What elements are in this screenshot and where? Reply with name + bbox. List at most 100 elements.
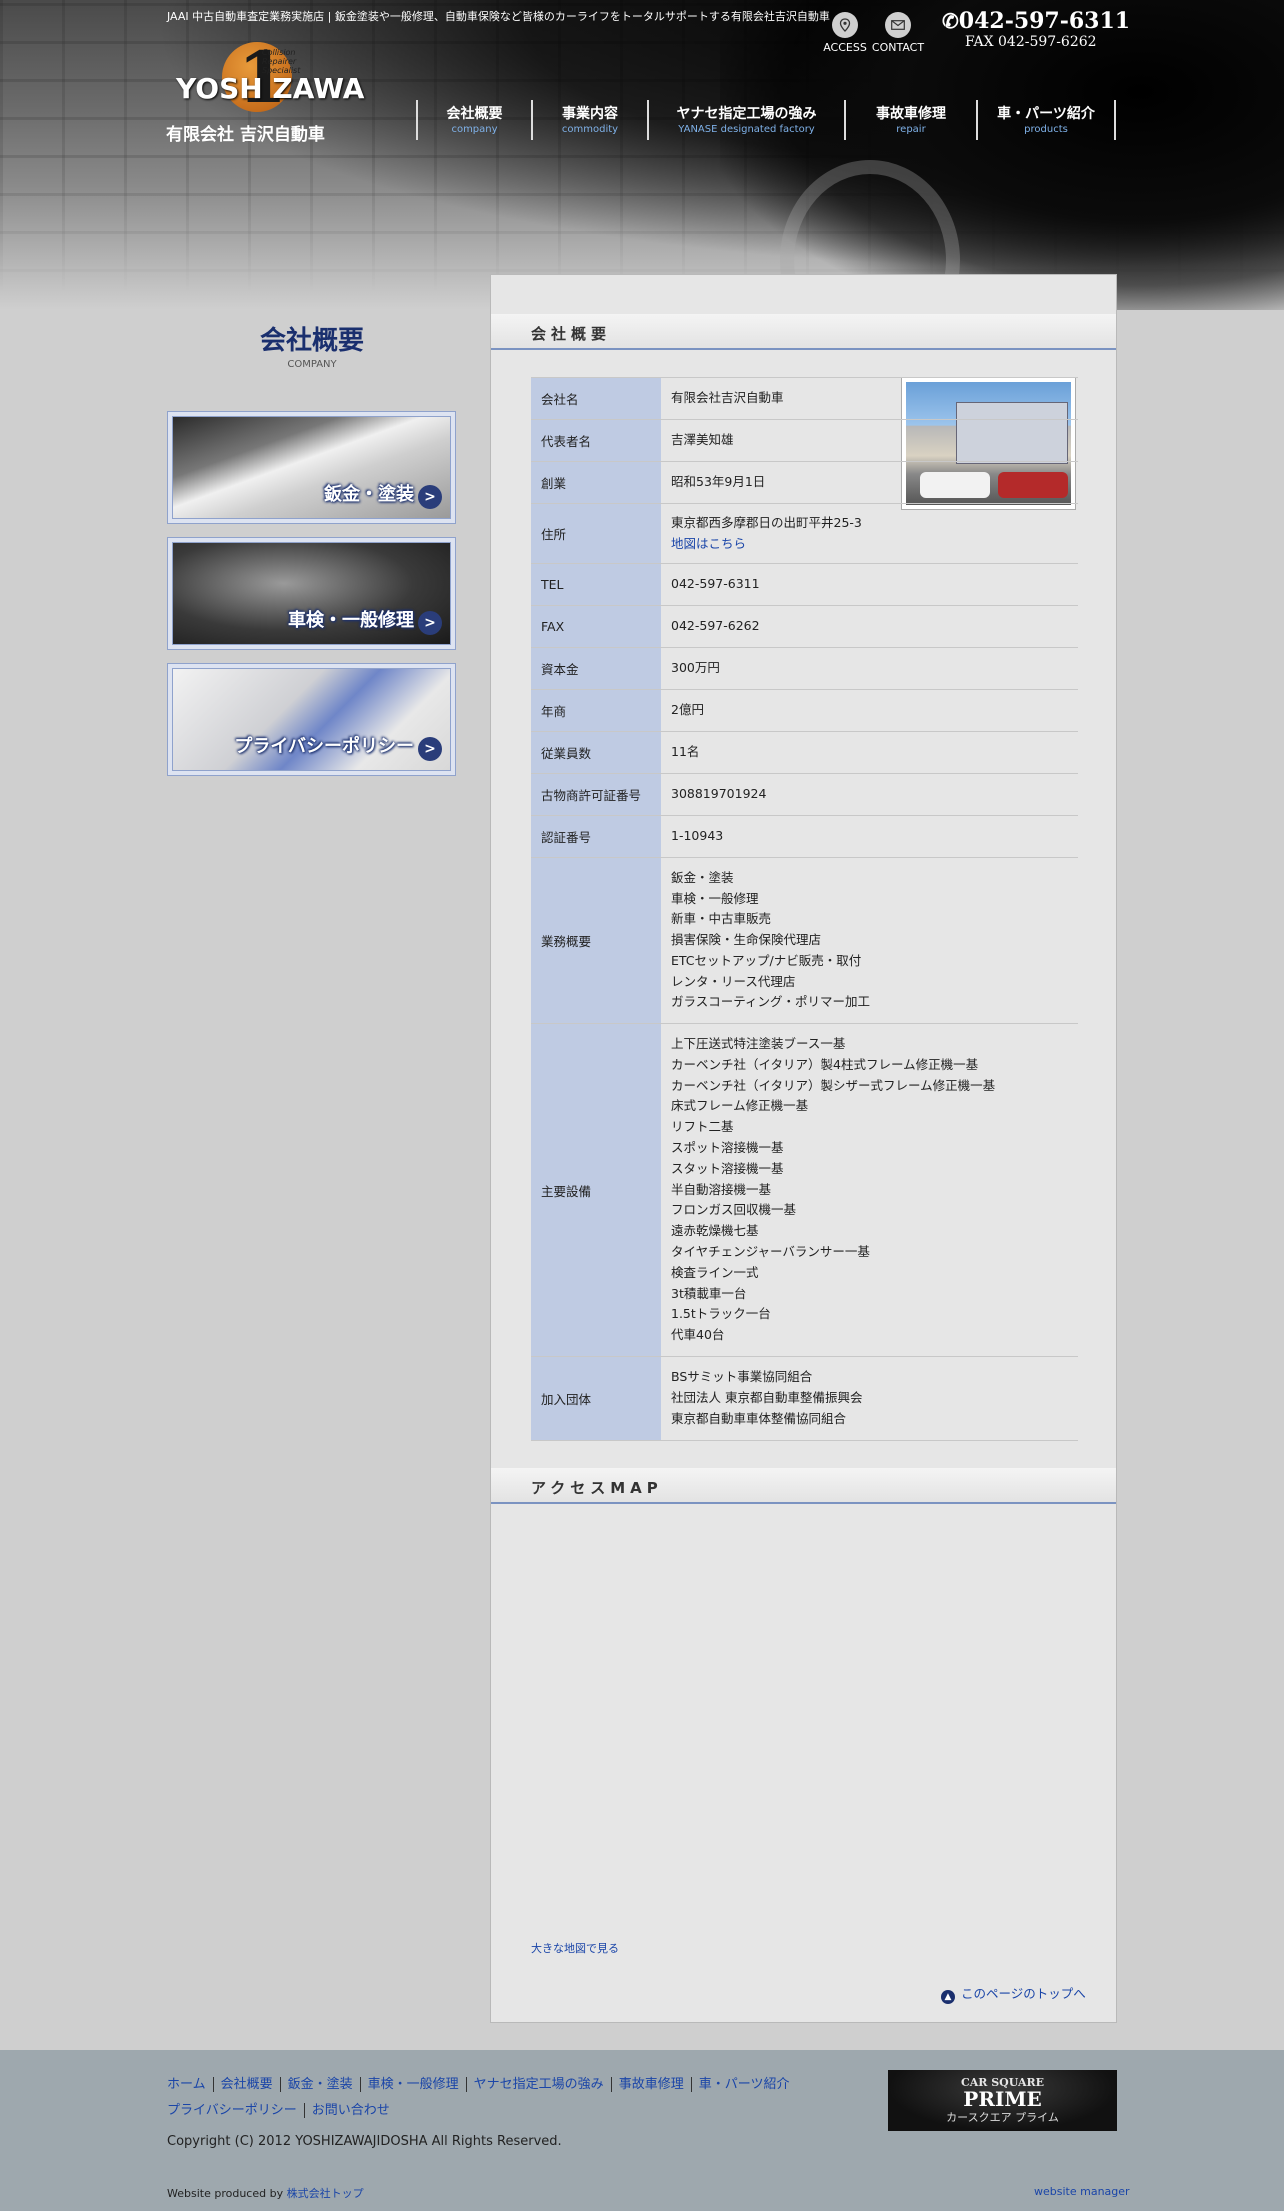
footer-link-home[interactable]: ホーム xyxy=(167,2077,213,2092)
section-heading-access: アクセスMAP xyxy=(491,1468,1116,1504)
row-value: 有限会社吉沢自動車 xyxy=(661,377,1078,420)
banner-privacy[interactable]: プライバシーポリシー > xyxy=(167,663,456,776)
row-value: 042-597-6311 xyxy=(661,563,1078,606)
address-text: 東京都西多摩郡日の出町平井25-3 xyxy=(671,514,862,530)
footer-link-inspection[interactable]: 車検・一般修理 xyxy=(359,2077,466,2092)
line: スタット溶接機一基 xyxy=(671,1160,784,1176)
row-value: 上下圧送式特注塗装ブース一基 カーベンチ社（イタリア）製4柱式フレーム修正機一基… xyxy=(661,1023,1078,1357)
footer-link-repair[interactable]: 事故車修理 xyxy=(610,2077,691,2092)
row-key: 古物商許可証番号 xyxy=(531,773,661,816)
table-row: 会社名 有限会社吉沢自動車 xyxy=(531,377,1078,420)
nav-company[interactable]: 会社概要 company xyxy=(416,100,531,140)
map-link[interactable]: 地図はこちら xyxy=(671,534,1068,555)
row-value: 東京都西多摩郡日の出町平井25-3 地図はこちら xyxy=(661,503,1078,564)
site-header: JAAI 中古自動車査定業務実施店 | 鈑金塗装や一般修理、自動車保険など皆様の… xyxy=(0,0,1284,310)
section-heading-text: 会社概要 xyxy=(531,325,612,343)
nav-sublabel: company xyxy=(451,124,498,135)
global-nav: 会社概要 company 事業内容 commodity ヤナセ指定工場の強み Y… xyxy=(416,100,1116,140)
logo-company-name: 有限会社 吉沢自動車 xyxy=(166,125,325,145)
row-key: 資本金 xyxy=(531,647,661,690)
site-logo[interactable]: 1 Collision Repairer Specialist YOSH ZAW… xyxy=(166,36,370,148)
table-row: 業務概要 鈑金・塗装 車検・一般修理 新車・中古車販売 損害保険・生命保険代理店… xyxy=(531,857,1078,1024)
nav-label: 会社概要 xyxy=(446,106,503,122)
contact-label: CONTACT xyxy=(871,41,925,54)
row-value: 042-597-6262 xyxy=(661,605,1078,648)
line: 3t積載車一台 xyxy=(671,1285,747,1301)
contact-button[interactable]: CONTACT xyxy=(868,12,928,54)
big-map-link[interactable]: 大きな地図で見る xyxy=(531,1940,619,1956)
header-fax: FAX 042-597-6262 xyxy=(965,34,1097,50)
arrow-up-icon: ▲ xyxy=(941,1990,955,2004)
banner-inspection[interactable]: 車検・一般修理 > xyxy=(167,537,456,650)
header-phone[interactable]: ✆042-597-6311 xyxy=(942,8,1130,34)
logo-tagline: Collision Repairer Specialist xyxy=(262,48,301,75)
line: カーベンチ社（イタリア）製シザー式フレーム修正機一基 xyxy=(671,1077,996,1093)
table-row: 創業 昭和53年9月1日 xyxy=(531,461,1078,504)
line: タイヤチェンジャーバランサー一基 xyxy=(671,1243,870,1259)
row-value: 2億円 xyxy=(661,689,1078,732)
row-key: 主要設備 xyxy=(531,1023,661,1357)
prime-line2: PRIME xyxy=(963,2087,1042,2111)
line: カーベンチ社（イタリア）製4柱式フレーム修正機一基 xyxy=(671,1056,979,1072)
footer-link-products[interactable]: 車・パーツ紹介 xyxy=(690,2077,797,2092)
access-label: ACCESS xyxy=(823,41,867,54)
row-value: 300万円 xyxy=(661,647,1078,690)
producer-link[interactable]: 株式会社トップ xyxy=(287,2187,364,2200)
line: 東京都自動車車体整備協同組合 xyxy=(671,1410,847,1426)
row-value: 鈑金・塗装 車検・一般修理 新車・中古車販売 損害保険・生命保険代理店 ETCセ… xyxy=(661,857,1078,1024)
company-info-table: 会社名 有限会社吉沢自動車 代表者名 吉澤美知雄 創業 昭和53年9月1日 住所… xyxy=(531,377,1078,1441)
line: 床式フレーム修正機一基 xyxy=(671,1098,809,1114)
footer-link-company[interactable]: 会社概要 xyxy=(212,2077,280,2092)
nav-label: 事業内容 xyxy=(562,106,618,122)
access-button[interactable]: ACCESS xyxy=(815,12,875,54)
table-row: 年商 2億円 xyxy=(531,689,1078,732)
phone-number: 042-597-6311 xyxy=(958,8,1131,34)
phone-icon: ✆ xyxy=(942,9,959,33)
banner-label: 車検・一般修理 xyxy=(288,610,414,631)
nav-sublabel: repair xyxy=(896,124,926,135)
table-row: 加入団体 BSサミット事業協同組合 社団法人 東京都自動車整備振興会 東京都自動… xyxy=(531,1356,1078,1441)
website-manager-link[interactable]: website manager xyxy=(1034,2185,1130,2198)
prime-banner[interactable]: CAR SQUARE PRIME カースクエア プライム xyxy=(888,2070,1117,2131)
row-key: 業務概要 xyxy=(531,857,661,1024)
row-key: 会社名 xyxy=(531,377,661,420)
nav-commodity[interactable]: 事業内容 commodity xyxy=(531,100,647,140)
banner-label: プライバシーポリシー xyxy=(234,736,414,757)
value-text: 昭和53年9月1日 xyxy=(671,474,766,490)
nav-repair[interactable]: 事故車修理 repair xyxy=(844,100,976,140)
line: 社団法人 東京都自動車整備振興会 xyxy=(671,1390,863,1406)
footer-link-bodywork[interactable]: 鈑金・塗装 xyxy=(279,2077,360,2092)
line: 損害保険・生命保険代理店 xyxy=(671,932,822,948)
row-key: 加入団体 xyxy=(531,1356,661,1441)
row-key: 住所 xyxy=(531,503,661,564)
banner-label: 鈑金・塗装 xyxy=(324,484,414,505)
row-key: FAX xyxy=(531,605,661,648)
line: 鈑金・塗装 xyxy=(671,869,734,885)
nav-sublabel: commodity xyxy=(561,124,619,135)
row-value: 308819701924 xyxy=(661,773,1078,816)
footer-link-contact[interactable]: お問い合わせ xyxy=(303,2103,397,2118)
sidebar-title-en: COMPANY xyxy=(287,359,337,370)
main-content: 会社概要 会社名 有限会社吉沢自動車 代表者名 吉澤美知雄 創業 昭和53年9月… xyxy=(490,274,1117,2023)
row-key: 従業員数 xyxy=(531,731,661,774)
footer-links-row1: ホーム 会社概要 鈑金・塗装 車検・一般修理 ヤナセ指定工場の強み 事故車修理 車・パーツ紹… xyxy=(167,2073,797,2092)
line: BSサミット事業協同組合 xyxy=(671,1369,813,1385)
banner-bodywork[interactable]: 鈑金・塗装 > xyxy=(167,411,456,524)
banner-image: 車検・一般修理 > xyxy=(172,542,451,645)
row-value: 昭和53年9月1日 xyxy=(661,461,1078,504)
to-top-label: このページのトップへ xyxy=(961,1986,1086,2001)
footer-link-yanase[interactable]: ヤナセ指定工場の強み xyxy=(465,2077,611,2092)
logo-wordmark: YOSH ZAWA xyxy=(176,72,365,105)
table-row: 住所 東京都西多摩郡日の出町平井25-3 地図はこちら xyxy=(531,503,1078,564)
to-top-link[interactable]: ▲ このページのトップへ xyxy=(941,1983,1086,2004)
nav-label: ヤナセ指定工場の強み xyxy=(676,106,817,122)
footer-link-privacy[interactable]: プライバシーポリシー xyxy=(167,2103,304,2118)
map-embed[interactable] xyxy=(491,1505,1116,1905)
prime-line3: カースクエア プライム xyxy=(946,2111,1059,2124)
nav-products[interactable]: 車・パーツ紹介 products xyxy=(976,100,1116,140)
section-heading-company: 会社概要 xyxy=(491,314,1116,350)
nav-yanase[interactable]: ヤナセ指定工場の強み YANASE designated factory xyxy=(647,100,844,140)
chevron-right-icon: > xyxy=(418,737,442,761)
copyright: Copyright (C) 2012 YOSHIZAWAJIDOSHA All … xyxy=(167,2134,562,2149)
chevron-right-icon: > xyxy=(418,611,442,635)
